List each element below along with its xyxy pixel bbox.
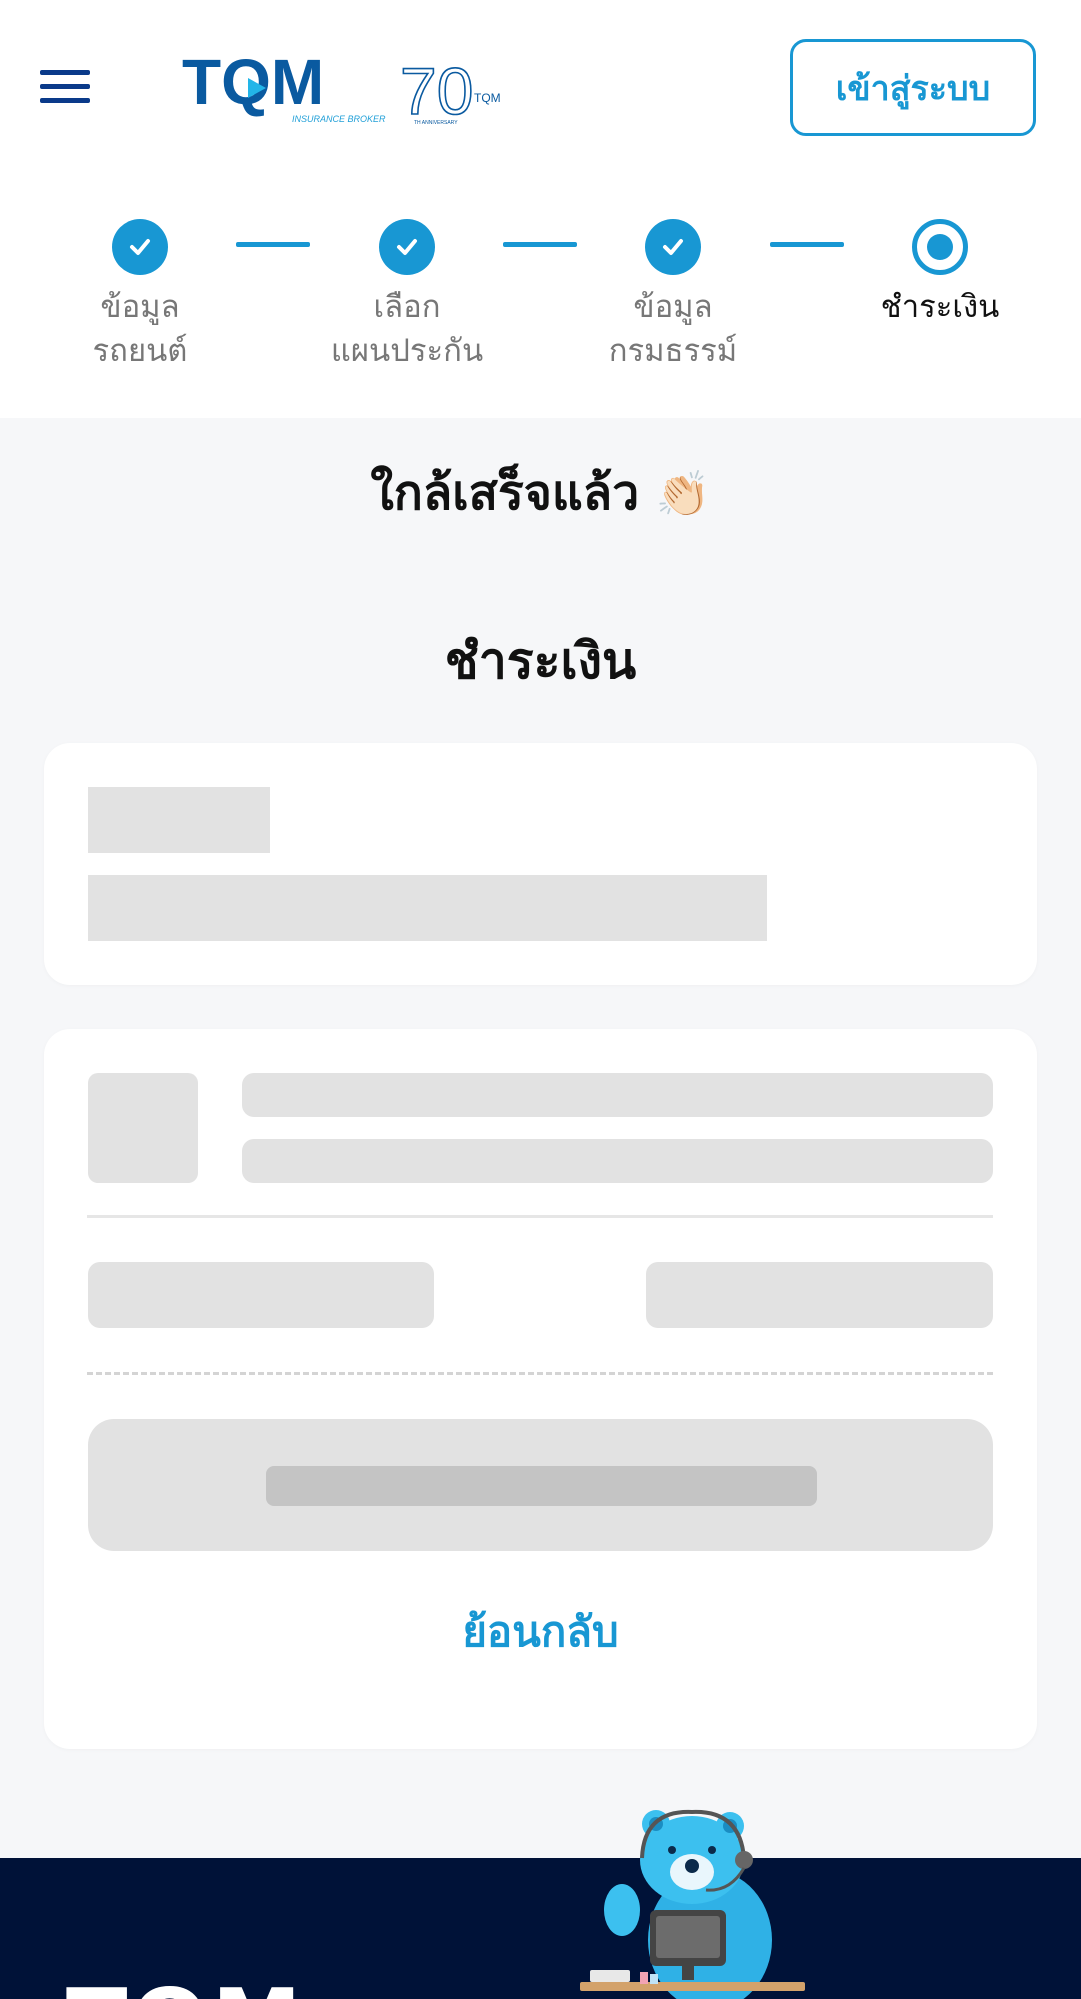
payment-details-card-loading: ย้อนกลับ xyxy=(44,1029,1037,1749)
step-connector xyxy=(236,242,310,247)
step-connector xyxy=(770,242,844,247)
tqm-logo-graphic: TQM INSURANCE BROKER 70 TQM TH ANNIVERSA… xyxy=(182,46,501,129)
menu-icon[interactable] xyxy=(40,70,92,108)
step-choose-plan: เลือก แผนประกัน xyxy=(307,219,507,373)
step-connector xyxy=(503,242,577,247)
step-label: ข้อมูล รถยนต์ xyxy=(92,289,188,369)
check-icon xyxy=(645,219,701,275)
check-icon xyxy=(379,219,435,275)
check-icon xyxy=(112,219,168,275)
login-button[interactable]: เข้าสู่ระบบ xyxy=(790,39,1036,136)
skeleton-label xyxy=(88,1262,434,1328)
logo-subtext: INSURANCE BROKER xyxy=(292,114,386,124)
footer: TQM xyxy=(0,1858,1081,1999)
top-header: TQM INSURANCE BROKER 70 TQM TH ANNIVERSA… xyxy=(0,0,1081,175)
page-title: ชำระเงิน xyxy=(444,632,637,690)
skeleton-button-text xyxy=(266,1466,817,1506)
step-car-info: ข้อมูล รถยนต์ xyxy=(40,219,240,373)
step-payment: ชำระเงิน xyxy=(840,219,1040,329)
step-label: เลือก แผนประกัน xyxy=(330,289,484,369)
tqm-logo[interactable]: TQM INSURANCE BROKER 70 TQM TH ANNIVERSA… xyxy=(182,46,512,130)
bear-mascot-illustration xyxy=(580,1809,805,1999)
almost-done-text: ใกล้เสร็จแล้ว xyxy=(370,465,640,521)
clap-icon: 👏🏻 xyxy=(655,469,711,520)
anniversary-number: 70 xyxy=(400,54,473,128)
payment-summary-card-loading xyxy=(44,743,1037,985)
anniversary-subtext: TH ANNIVERSARY xyxy=(414,120,458,126)
divider xyxy=(87,1215,993,1218)
skeleton-line xyxy=(242,1073,993,1117)
skeleton-value xyxy=(646,1262,993,1328)
almost-done-heading: ใกล้เสร็จแล้ว 👏🏻 xyxy=(0,455,1081,531)
step-policy-info: ข้อมูล กรมธรรม์ xyxy=(573,219,773,373)
step-label: ชำระเงิน xyxy=(880,289,1000,325)
skeleton-line xyxy=(88,875,767,941)
dashed-divider xyxy=(87,1372,993,1375)
back-link[interactable]: ย้อนกลับ xyxy=(44,1599,1037,1665)
footer-logo-text: TQM xyxy=(66,1970,305,1999)
current-step-icon xyxy=(912,219,968,275)
anniversary-brand: TQM xyxy=(474,91,501,105)
skeleton-pay-button xyxy=(88,1419,993,1551)
skeleton-thumbnail xyxy=(88,1073,198,1183)
step-label: ข้อมูล กรมธรรม์ xyxy=(608,289,738,369)
skeleton-line xyxy=(242,1139,993,1183)
progress-stepper: ข้อมูล รถยนต์ เลือก แผนประกัน ข้อมูล กรม… xyxy=(0,175,1081,418)
skeleton-title xyxy=(88,787,270,853)
